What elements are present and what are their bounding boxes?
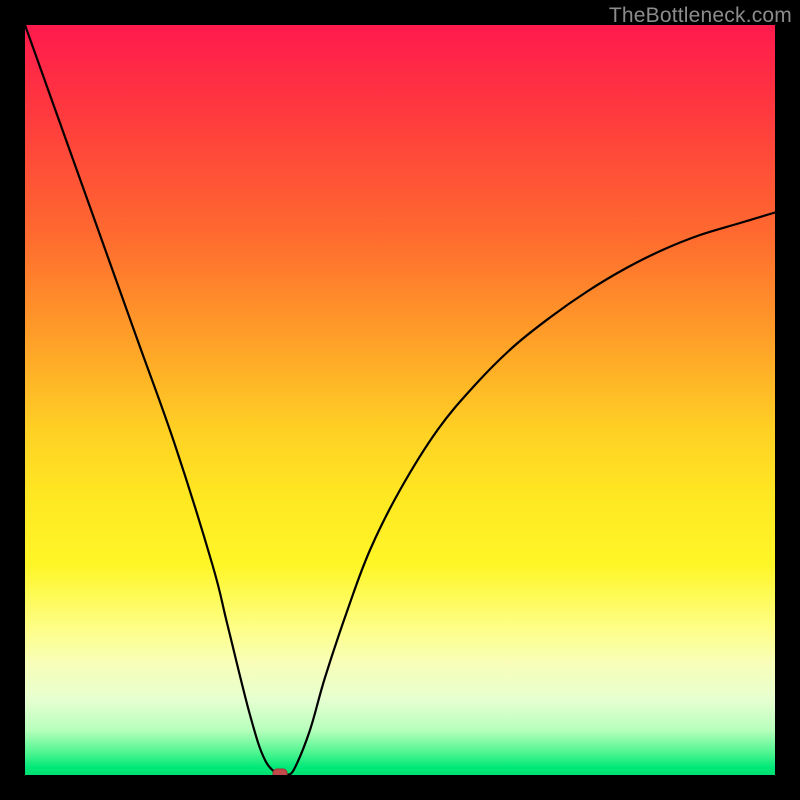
chart-frame: TheBottleneck.com xyxy=(0,0,800,800)
watermark-text: TheBottleneck.com xyxy=(609,4,792,28)
curve-svg xyxy=(25,25,775,775)
optimum-marker xyxy=(273,769,287,775)
bottleneck-curve-line xyxy=(25,25,775,775)
plot-area xyxy=(25,25,775,775)
